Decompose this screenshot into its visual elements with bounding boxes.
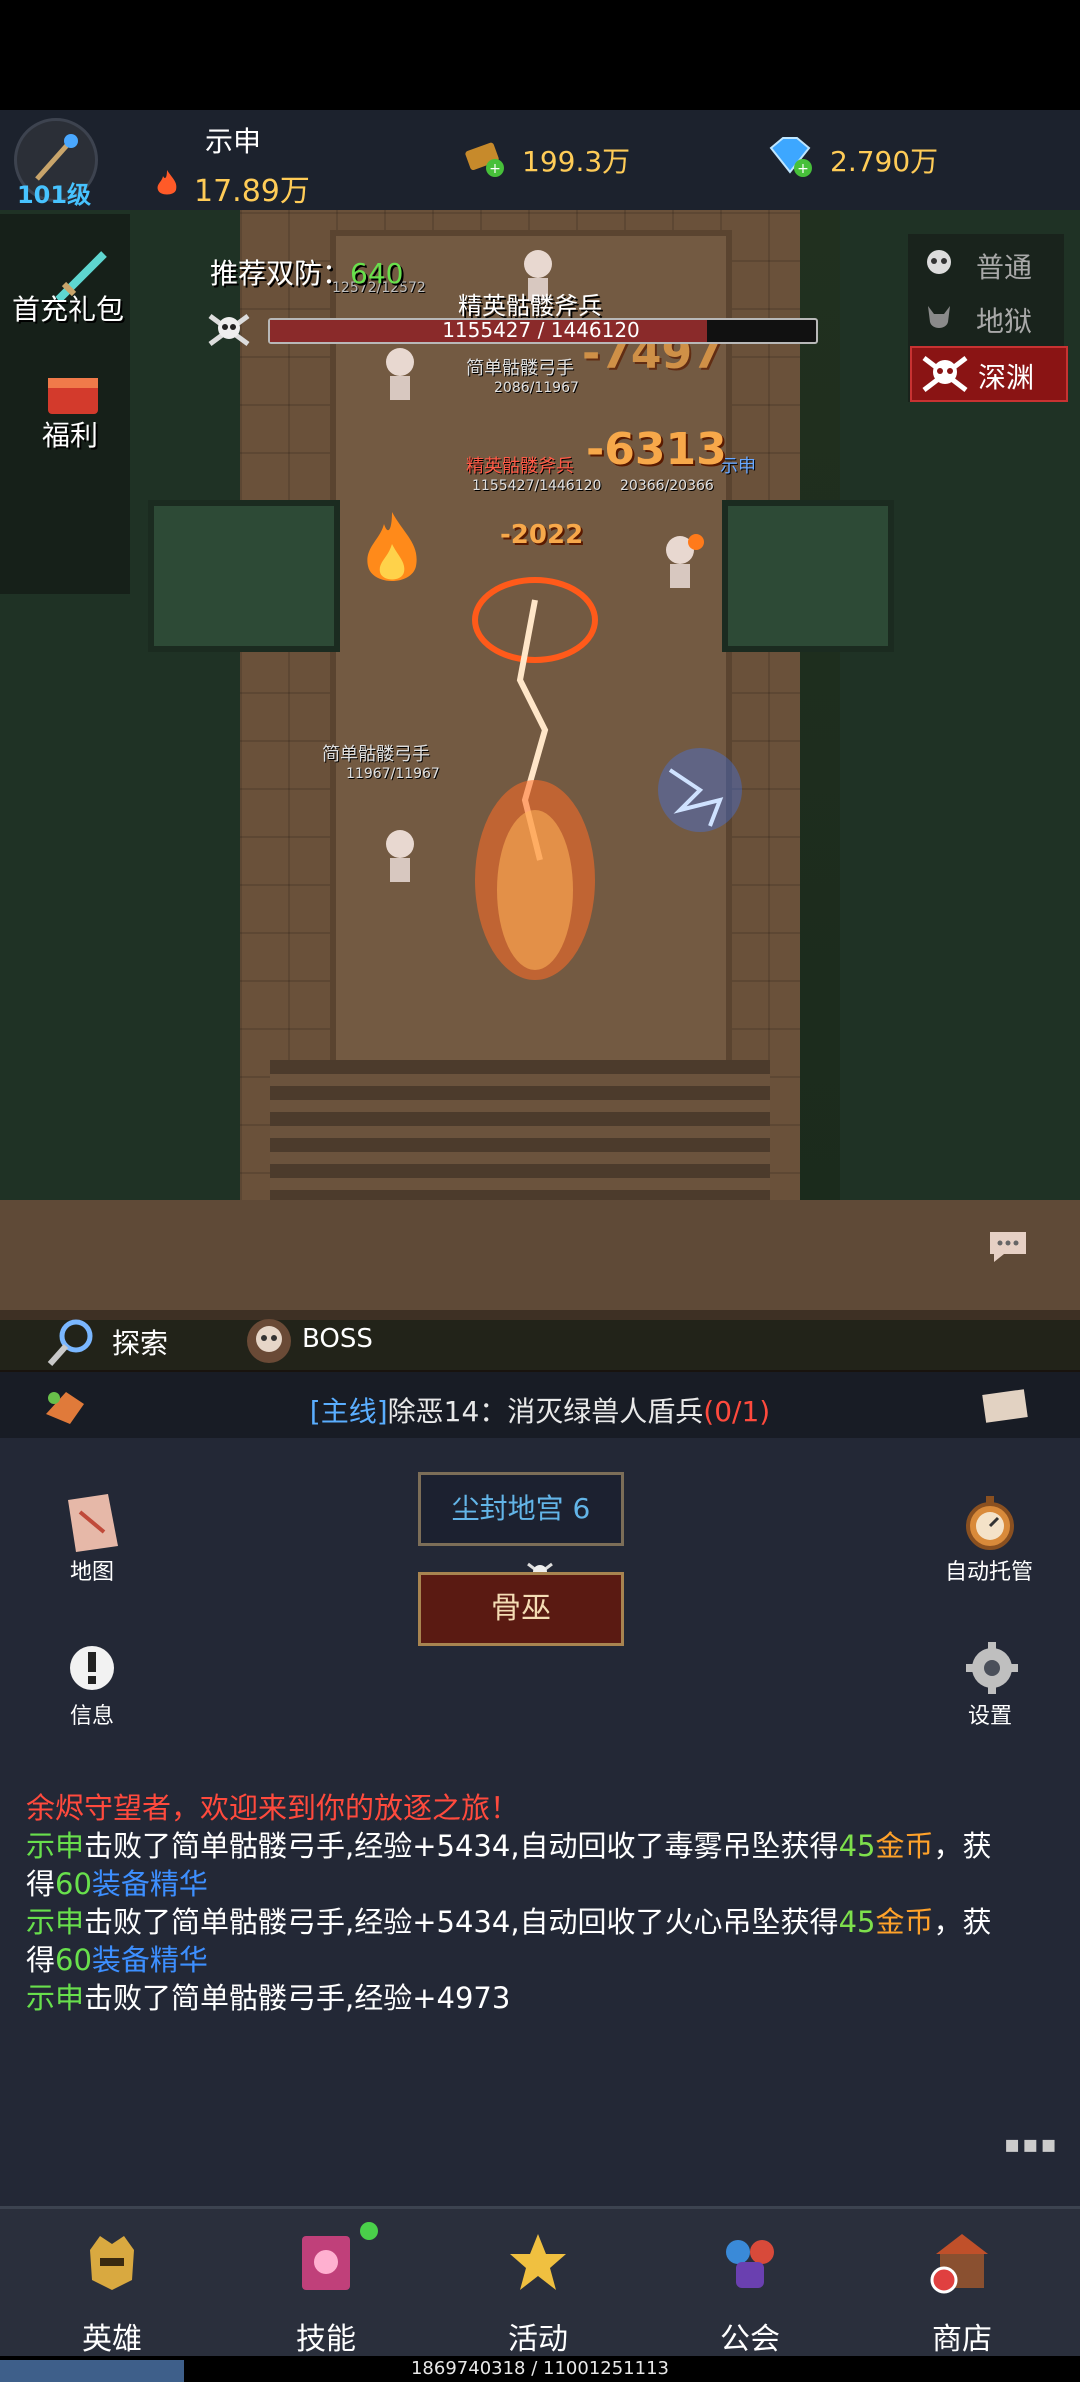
damage-number: -6313 [586,424,727,475]
quest-text[interactable]: [主线]除恶14：消灭绿兽人盾兵(0/1) [0,1390,1080,1430]
enemy1-name-label: 简单骷髅弓手 [466,358,574,379]
recommend-label: 推荐双防： [210,257,351,290]
ground [0,1200,1080,1320]
svg-text:+: + [797,161,809,177]
skeleton-archer-enemy[interactable] [370,826,430,890]
recommend-value: 640 [350,257,404,290]
wall-tapestry-right [722,500,894,652]
log-line: 得60装备精华 [26,1867,208,1901]
boss-skull-icon[interactable] [244,1316,294,1370]
more-icon[interactable]: ▪▪▪ [1004,2130,1059,2158]
notification-dot [360,2222,378,2240]
welfare-button[interactable]: 福利 [42,414,98,454]
log-line: 示申击败了简单骷髅弓手,经验+4973 [26,1981,511,2015]
lightning-strike-effect [450,560,620,980]
shop-icon [930,2234,988,2294]
map-label: 地图 [69,1560,114,1585]
fire-icon [152,168,182,198]
gear-icon[interactable] [964,1640,1020,1700]
location-button[interactable]: 尘封地宫 6 [418,1472,624,1546]
quest-progress: (0/1) [703,1395,771,1428]
skeleton-axe-enemy[interactable] [650,532,710,602]
nav-activity[interactable]: 活动 [468,2222,608,2357]
log-line: 得60装备精华 [26,1943,208,1977]
enemy1-hp-label: 2086/11967 [494,380,579,396]
explore-button[interactable]: 探索 [112,1322,168,1362]
gem-value: 2.790万 [830,145,939,178]
fire-effect-icon [360,510,424,594]
boss-hp-text: 1155427 / 1446120 [442,318,640,342]
quest-tag: [主线] [309,1395,388,1428]
enemy2-name-label: 精英骷髅斧兵 [466,456,574,477]
log-line: 示申击败了简单骷髅弓手,经验+5434,自动回收了毒雾吊坠获得45金币，获 [26,1829,992,1863]
info-label: 信息 [69,1704,114,1729]
guild-icon [726,2240,774,2288]
lightning-orb-effect [640,730,760,854]
stairs [270,1060,770,1210]
quest-description: 除恶14：消灭绿兽人盾兵 [387,1395,704,1428]
skull-crossbones-icon [922,356,968,392]
nav-hero[interactable]: 英雄 [42,2222,182,2357]
status-bar [0,0,1080,110]
spellbook-icon [302,2236,350,2290]
gold-value: 199.3万 [522,145,631,178]
power-value: 17.89万 [194,174,310,209]
difficulty-normal[interactable]: 普通 [910,238,1064,290]
demon-icon [928,306,950,328]
gold-icon[interactable]: + [463,136,507,184]
log-welcome: 余烬守望者，欢迎来到你的放逐之旅！ [26,1791,520,1825]
info-icon[interactable] [66,1642,118,1698]
wall-tapestry-left [148,500,340,652]
nav-shop[interactable]: 商店 [892,2222,1032,2357]
gem-icon[interactable]: + [765,134,815,184]
star-icon [510,2234,566,2290]
first-charge-button[interactable]: 首充礼包 [12,288,124,328]
enemy2-hp-label: 1155427/1446120 [472,478,602,494]
player-name: 示申 [205,125,262,158]
damage-number: -2022 [500,520,584,550]
nav-skill[interactable]: 技能 [256,2222,396,2357]
boss-button[interactable]: BOSS [302,1324,373,1354]
player-level: 101级 [16,181,92,209]
difficulty-abyss[interactable]: 深渊 [910,346,1068,402]
skull-icon [927,250,951,274]
boss-name: 精英骷髅斧兵 [458,292,602,320]
magnifier-icon[interactable] [44,1316,98,1374]
player-hp-label: 20366/20366 [620,478,714,494]
skull-crossbones-icon [204,310,254,354]
boss-challenge-button[interactable]: 骨巫 [418,1572,624,1646]
svg-text:+: + [489,161,501,177]
recommend-defense: 推荐双防：640 [210,252,403,292]
difficulty-hell[interactable]: 地狱 [910,292,1064,344]
helmet-icon [90,2236,134,2290]
exp-text: 1869740318 / 11001251113 [410,2358,669,2379]
enemy3-hp-label: 11967/11967 [346,766,440,782]
stopwatch-icon[interactable] [960,1492,1020,1558]
enemy3-name-label: 简单骷髅弓手 [322,744,430,765]
log-line: 示申击败了简单骷髅弓手,经验+5434,自动回收了火心吊坠获得45金币，获 [26,1905,992,1939]
auto-label: 自动托管 [944,1560,1033,1585]
quest-map-icon[interactable] [980,1386,1030,1430]
nav-guild[interactable]: 公会 [680,2222,820,2357]
map-icon[interactable] [62,1492,122,1558]
chat-icon[interactable] [986,1228,1030,1270]
settings-label: 设置 [967,1704,1012,1729]
skeleton-enemy[interactable] [370,344,430,408]
